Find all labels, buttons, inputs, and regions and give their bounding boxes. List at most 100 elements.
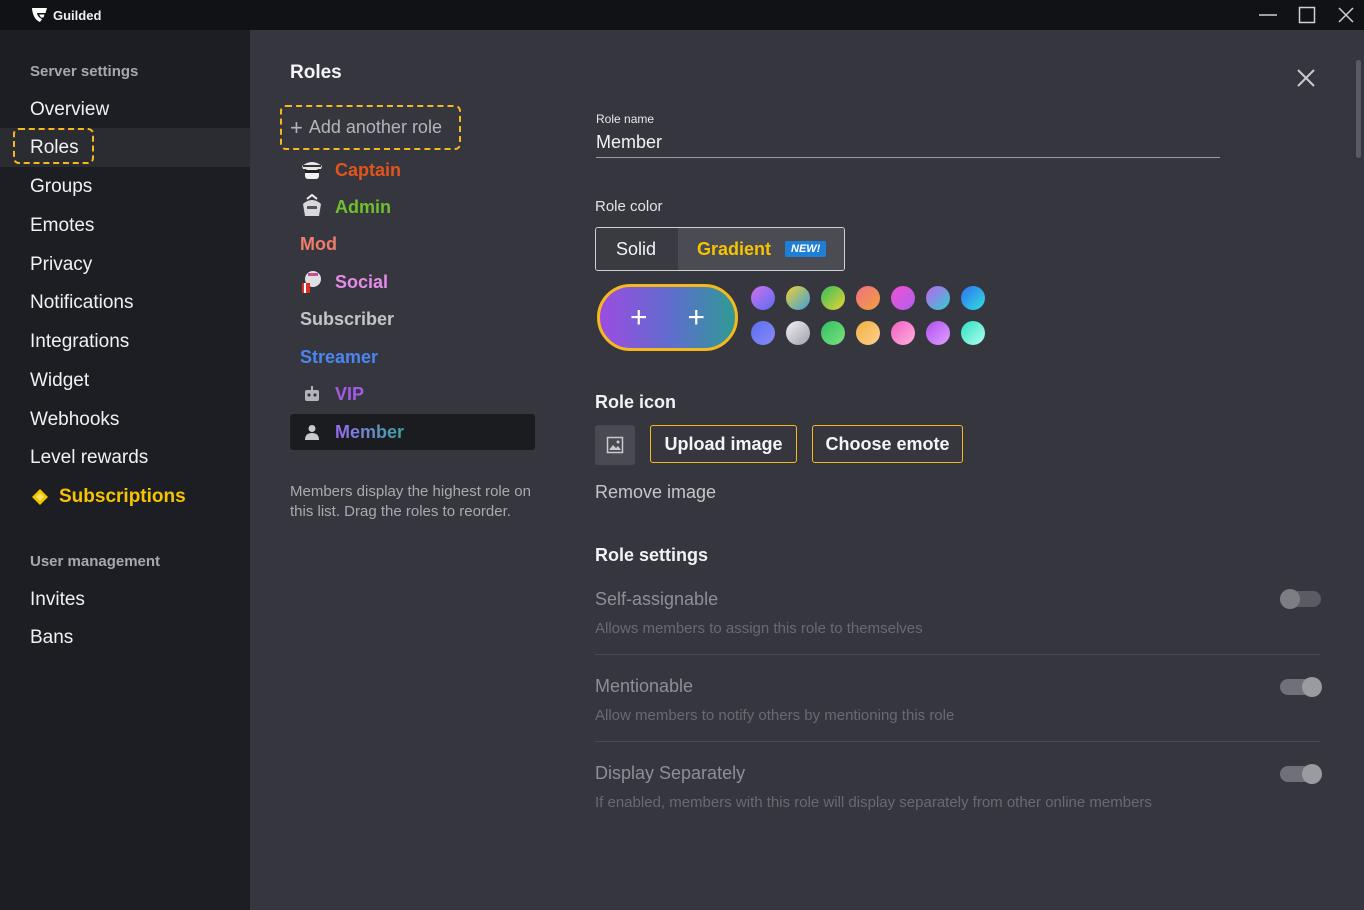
gradient-swatch[interactable] bbox=[751, 321, 775, 345]
sidebar-item-label: Bans bbox=[30, 626, 74, 648]
admin-avatar-icon bbox=[299, 194, 325, 220]
social-avatar-icon bbox=[299, 269, 325, 295]
gradient-swatch[interactable] bbox=[891, 286, 915, 310]
gradient-swatch[interactable] bbox=[926, 321, 950, 345]
gradient-swatch[interactable] bbox=[891, 321, 915, 345]
sidebar-item-label: Integrations bbox=[30, 330, 130, 352]
role-label: Subscriber bbox=[300, 308, 395, 329]
sidebar-item-label: Invites bbox=[30, 588, 85, 610]
role-item-subscriber[interactable]: Subscriber bbox=[290, 301, 535, 337]
gradient-preview: + + bbox=[597, 284, 738, 351]
gradient-swatch[interactable] bbox=[961, 321, 985, 345]
user-icon bbox=[299, 419, 325, 445]
role-item-social[interactable]: Social bbox=[290, 264, 535, 300]
image-placeholder-icon bbox=[606, 436, 624, 454]
scrollbar[interactable] bbox=[1356, 60, 1361, 158]
role-label: VIP bbox=[335, 383, 365, 404]
subscription-diamond-icon bbox=[32, 488, 48, 505]
setting-desc-mentionable: Allow members to notify others by mentio… bbox=[595, 707, 955, 724]
roles-hint-text: Members display the highest role on this… bbox=[290, 483, 531, 520]
close-icon bbox=[1338, 7, 1354, 23]
window-close-button[interactable] bbox=[1326, 0, 1364, 30]
role-item-mod[interactable]: Mod bbox=[290, 226, 535, 262]
role-item-admin[interactable]: Admin bbox=[290, 189, 535, 225]
sidebar-item-label: Groups bbox=[30, 175, 93, 197]
gradient-swatch[interactable] bbox=[751, 286, 775, 310]
role-label: Admin bbox=[335, 196, 391, 217]
sidebar-item-privacy[interactable]: Privacy bbox=[0, 245, 250, 284]
role-name-input[interactable] bbox=[596, 128, 1220, 158]
choose-emote-button[interactable]: Choose emote bbox=[812, 425, 963, 463]
add-role-button[interactable]: + Add another role bbox=[280, 105, 461, 150]
title-bar: Guilded bbox=[0, 0, 1364, 30]
role-item-captain[interactable]: Captain bbox=[290, 152, 535, 188]
captain-avatar-icon bbox=[299, 157, 325, 183]
sidebar-item-integrations[interactable]: Integrations bbox=[0, 322, 250, 361]
toggle-knob bbox=[1302, 677, 1322, 697]
sidebar-item-notifications[interactable]: Notifications bbox=[0, 283, 250, 322]
role-item-member[interactable]: Member bbox=[290, 414, 535, 450]
tab-label: Gradient bbox=[697, 238, 772, 259]
gradient-swatch[interactable] bbox=[786, 286, 810, 310]
sidebar-item-bans[interactable]: Bans bbox=[0, 618, 250, 657]
role-item-streamer[interactable]: Streamer bbox=[290, 339, 535, 375]
gradient-swatch[interactable] bbox=[821, 286, 845, 310]
sidebar-item-webhooks[interactable]: Webhooks bbox=[0, 400, 250, 439]
sidebar-item-label: Subscriptions bbox=[59, 485, 186, 507]
maximize-button[interactable] bbox=[1287, 0, 1327, 30]
section-title-user-management: User management bbox=[30, 553, 161, 570]
app-title: Guilded bbox=[53, 8, 102, 23]
role-label: Streamer bbox=[300, 346, 379, 367]
roles-focus-highlight bbox=[13, 128, 94, 164]
gradient-swatch[interactable] bbox=[786, 321, 810, 345]
role-color-mode-toggle: Solid Gradient NEW! bbox=[595, 227, 845, 271]
role-label: Member bbox=[335, 421, 405, 442]
toggle-knob bbox=[1302, 764, 1322, 784]
add-role-label: Add another role bbox=[308, 117, 442, 137]
setting-desc-display-separately: If enabled, members with this role will … bbox=[595, 794, 1152, 811]
gradient-swatch[interactable] bbox=[961, 286, 985, 310]
sidebar-item-groups[interactable]: Groups bbox=[0, 167, 250, 206]
gradient-swatch[interactable] bbox=[856, 321, 880, 345]
gradient-end-add-icon[interactable]: + bbox=[681, 302, 711, 333]
role-color-label: Role color bbox=[595, 198, 663, 215]
sidebar-item-level-rewards[interactable]: Level rewards bbox=[0, 438, 250, 477]
divider bbox=[595, 654, 1320, 655]
sidebar-item-subscriptions[interactable]: Subscriptions bbox=[0, 477, 250, 516]
display-separately-toggle[interactable] bbox=[1280, 764, 1322, 784]
setting-title-self-assignable: Self-assignable bbox=[595, 589, 719, 609]
new-badge: NEW! bbox=[785, 241, 827, 257]
role-icon-label: Role icon bbox=[595, 392, 677, 412]
robot-icon bbox=[299, 381, 325, 407]
sidebar-item-invites[interactable]: Invites bbox=[0, 580, 250, 619]
role-name-label: Role name bbox=[596, 112, 655, 126]
minimize-button[interactable] bbox=[1248, 0, 1288, 30]
upload-image-button[interactable]: Upload image bbox=[650, 425, 797, 463]
setting-desc-self-assignable: Allows members to assign this role to th… bbox=[595, 620, 923, 637]
sidebar-item-widget[interactable]: Widget bbox=[0, 361, 250, 400]
gradient-start-add-icon[interactable]: + bbox=[624, 302, 654, 333]
sidebar-item-overview[interactable]: Overview bbox=[0, 90, 250, 129]
tab-solid[interactable]: Solid bbox=[596, 228, 678, 270]
sidebar-item-label: Webhooks bbox=[30, 408, 120, 430]
role-label: Mod bbox=[300, 233, 337, 254]
role-settings-label: Role settings bbox=[595, 545, 709, 565]
self-assignable-toggle[interactable] bbox=[1280, 589, 1321, 609]
minimize-icon bbox=[1259, 14, 1277, 16]
setting-title-mentionable: Mentionable bbox=[595, 676, 694, 696]
guilded-logo-icon bbox=[32, 8, 47, 22]
gradient-swatch[interactable] bbox=[821, 321, 845, 345]
gradient-swatch[interactable] bbox=[856, 286, 880, 310]
remove-image-link[interactable]: Remove image bbox=[595, 482, 716, 503]
sidebar-item-label: Level rewards bbox=[30, 446, 149, 468]
role-item-vip[interactable]: VIP bbox=[290, 376, 535, 412]
gradient-swatch[interactable] bbox=[926, 286, 950, 310]
sidebar-item-emotes[interactable]: Emotes bbox=[0, 206, 250, 245]
section-title-server-settings: Server settings bbox=[30, 63, 139, 80]
tab-gradient[interactable]: Gradient NEW! bbox=[678, 228, 844, 270]
setting-title-display-separately: Display Separately bbox=[595, 763, 746, 783]
mentionable-toggle[interactable] bbox=[1280, 677, 1322, 697]
close-settings-icon[interactable] bbox=[1295, 67, 1317, 89]
sidebar-item-label: Notifications bbox=[30, 291, 134, 313]
divider bbox=[595, 741, 1320, 742]
